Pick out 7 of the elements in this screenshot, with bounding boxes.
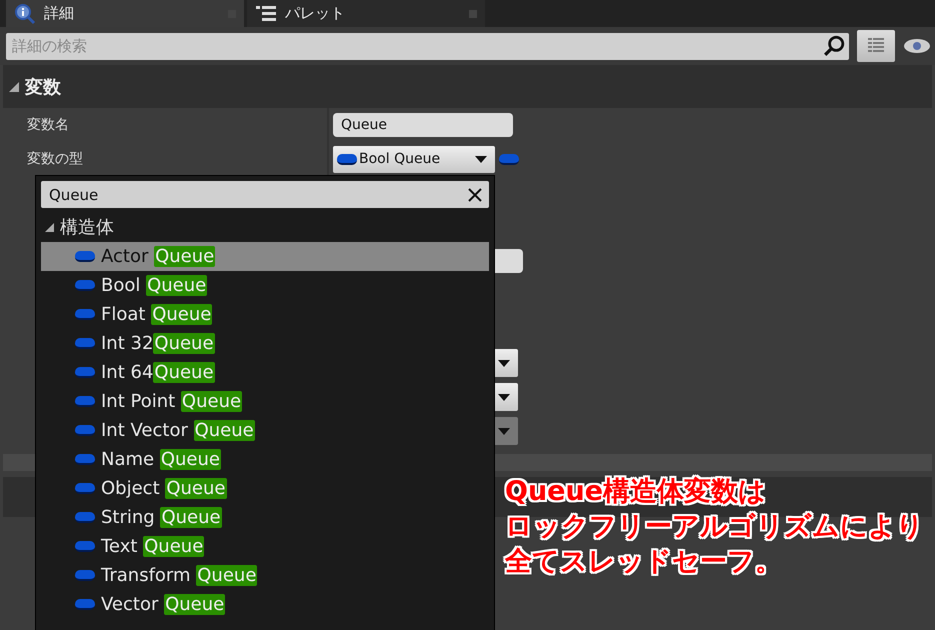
tab-label: 詳細 <box>44 4 74 23</box>
property-label: 変数名 <box>27 116 69 134</box>
section-title: 変数 <box>25 76 61 98</box>
property-label: 変数の型 <box>27 150 83 168</box>
tab-label: パレット <box>285 4 345 23</box>
category-label: 構造体 <box>60 216 114 239</box>
annotation-text: Queue構造体変数は ロックフリーアルゴリズムにより 全てスレッドセーフ。 <box>505 475 924 579</box>
